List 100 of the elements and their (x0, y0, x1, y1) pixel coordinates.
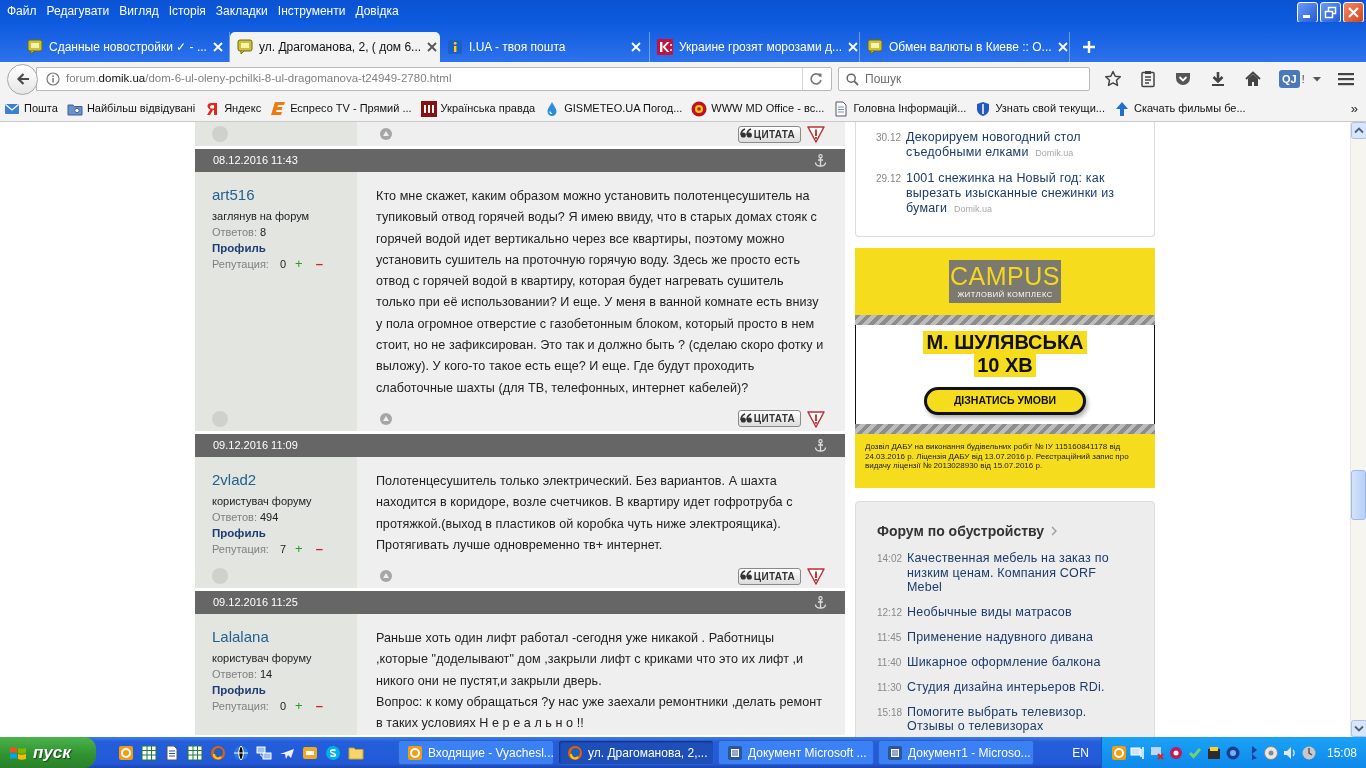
restore-button[interactable] (1320, 2, 1341, 23)
topic-time: 11:40 (877, 655, 903, 670)
reputation-label: Репутация: (212, 699, 269, 715)
forum-section-link[interactable]: Форум по обустройству (877, 522, 1058, 540)
close-icon[interactable] (427, 42, 438, 52)
warning-icon[interactable] (807, 409, 825, 428)
tray-icon[interactable] (1205, 744, 1222, 761)
clipboard-icon[interactable] (1139, 70, 1157, 88)
menu-icon[interactable] (1338, 72, 1355, 86)
bookmark-link[interactable]: Українська правда (420, 100, 536, 117)
browser-tab[interactable]: ул. Драгоманова, 2, ( дом 6... (230, 32, 440, 62)
chevron-icon (1051, 526, 1058, 536)
ad-headline: М. ШУЛЯВСЬКА (923, 331, 1087, 354)
post-date: 08.12.2016 11:43 (213, 153, 298, 169)
anchor-icon[interactable] (814, 596, 827, 610)
chat-icon[interactable] (325, 744, 341, 761)
scroll-up-icon[interactable] (1351, 122, 1366, 139)
task-button[interactable]: ул. Драгоманова, 2,... (558, 740, 714, 765)
caret-icon[interactable] (1313, 76, 1322, 82)
reload-icon[interactable] (809, 72, 823, 86)
profile-link[interactable]: Профиль (212, 682, 266, 699)
quote-button[interactable]: ЦИТАТА (737, 125, 801, 143)
forum-topic-link[interactable]: Студия дизайна интерьеров RDi. (907, 679, 1129, 695)
bookmark-link[interactable]: Еспресо TV - Прямий ... (270, 100, 412, 117)
address-field[interactable]: forum.domik.ua/dom-6-ul-oleny-pchilki-8-ul-dragomanova-t24949-2780.html (36, 67, 832, 91)
start-button[interactable]: пуск (0, 737, 96, 768)
forum-topic-link[interactable]: Применение надувного дивана (907, 629, 1129, 645)
forum-topic-link[interactable]: Качественная мебель на заказ по низким ценам. Компания CORF Mebel (907, 551, 1129, 595)
pocket-icon[interactable] (1174, 70, 1192, 88)
folder-icon[interactable] (348, 744, 364, 761)
spreadsheet-icon[interactable] (187, 744, 203, 761)
spreadsheet-icon[interactable] (141, 744, 157, 761)
task-button[interactable]: Входящие - Vyachesl... (398, 740, 554, 765)
clock: 15:08 (1326, 744, 1357, 762)
fine-print: Дозвіл ДАБУ на виконання будівельних робіт № ІУ 115160841178 від 24.03.2016 р. Ліцензія ДАБУ від 13.07.2016 р. Реєстраційний запис про видачу ліцензії № 2013028930 від 15.07.2016 р. (865, 442, 1130, 471)
ring-tile-icon[interactable] (118, 744, 134, 761)
bookmark-link[interactable]: Найбільш відвідувані (66, 100, 196, 117)
warning-icon[interactable] (807, 125, 825, 143)
star-icon[interactable] (1104, 70, 1122, 88)
menu-item[interactable]: Файл (3, 2, 41, 20)
forum-topic-link[interactable]: Помогите выбрать телевизор. Отзывы о телевизорах (907, 704, 1129, 734)
bookmark-link[interactable]: Скачать фильмы бе... (1113, 100, 1246, 117)
anchor-icon[interactable] (814, 154, 827, 167)
quote-button[interactable]: ЦИТАТА (737, 567, 801, 585)
news-link[interactable]: Декорируем новогодний стол съедобными елками Domik.ua (906, 130, 1128, 161)
username-link[interactable]: Lalalana (212, 627, 269, 648)
bookmark-link[interactable]: WWW MD Office - вс... (691, 100, 825, 117)
globe-icon[interactable] (233, 744, 249, 761)
bookmark-link[interactable]: Головна Інформацій... (833, 100, 967, 117)
menu-item[interactable]: Вигляд (115, 2, 163, 20)
minimize-button[interactable] (1297, 2, 1318, 23)
scrollbar-thumb[interactable] (1351, 470, 1366, 520)
user-rank: заглянув на форум (212, 209, 311, 224)
plus-icon[interactable] (1082, 40, 1096, 54)
menu-item[interactable]: Редагувати (42, 2, 114, 20)
menu-item[interactable]: Інструменти (273, 2, 350, 20)
bookmark-link[interactable]: Узнать свой текущи... (975, 100, 1105, 117)
app-tile-icon[interactable] (302, 744, 318, 761)
search-icon (846, 73, 859, 86)
network-icon[interactable] (256, 744, 272, 761)
reputation-down-link[interactable]: – (315, 699, 323, 714)
profile-link[interactable]: Профиль (212, 240, 266, 256)
bookmark-link[interactable]: Яндекс (204, 100, 262, 117)
menu-item[interactable]: Історія (164, 2, 210, 20)
page-icon (833, 100, 850, 117)
news-link[interactable]: 1001 снежинка на Новый год: как вырезать изысканные снежинки из бумаги Domik.ua (906, 171, 1128, 217)
profile-link[interactable]: Профиль (212, 524, 266, 541)
reputation-down-link[interactable]: – (315, 541, 323, 556)
ad-banner[interactable] (855, 248, 1155, 488)
username-link[interactable]: 2vlad2 (212, 469, 257, 490)
forum-topic-link[interactable]: Шикарное оформление балкона (907, 654, 1129, 670)
language-indicator[interactable]: EN (1072, 743, 1089, 762)
quote-button[interactable]: ЦИТАТА (737, 410, 801, 428)
task-button[interactable]: Документ1 - Microso... (878, 740, 1034, 765)
bookmark-link[interactable]: Пошта (4, 100, 58, 117)
tray-icon[interactable] (1224, 744, 1241, 761)
close-button[interactable] (1343, 2, 1364, 23)
more-bookmarks-button[interactable]: » (1350, 98, 1362, 119)
forum-topic-link[interactable]: Необычные виды матрасов (907, 604, 1129, 620)
reputation-down-link[interactable]: – (315, 257, 323, 271)
anchor-icon[interactable] (814, 438, 827, 452)
task-button[interactable]: Документ Microsoft ... (718, 740, 874, 765)
tray-icon[interactable] (1167, 744, 1184, 761)
bookmark-link[interactable]: GISMETEO.UA Погод... (544, 100, 683, 117)
extension-button[interactable]: QJ (1279, 70, 1300, 88)
news-date: 29.12 (876, 172, 903, 186)
topic-time: 12:12 (877, 605, 904, 620)
ad-cta-button[interactable]: ДІЗНАТИСЬ УМОВИ (924, 387, 1086, 415)
warning-icon[interactable] (807, 567, 825, 586)
menu-item[interactable]: Закладки (211, 2, 272, 20)
username-link[interactable]: art516 (212, 185, 255, 205)
reputation-label: Репутация: (212, 257, 269, 272)
back-button[interactable] (7, 63, 38, 95)
shield-icon (975, 100, 992, 117)
search-field[interactable]: Пошук (838, 67, 1090, 91)
document-icon[interactable] (164, 744, 180, 761)
menu-item[interactable]: Довідка (351, 2, 403, 20)
home-icon[interactable] (1244, 70, 1262, 88)
scroll-down-icon[interactable] (1351, 720, 1366, 737)
download-icon[interactable] (1209, 70, 1227, 88)
